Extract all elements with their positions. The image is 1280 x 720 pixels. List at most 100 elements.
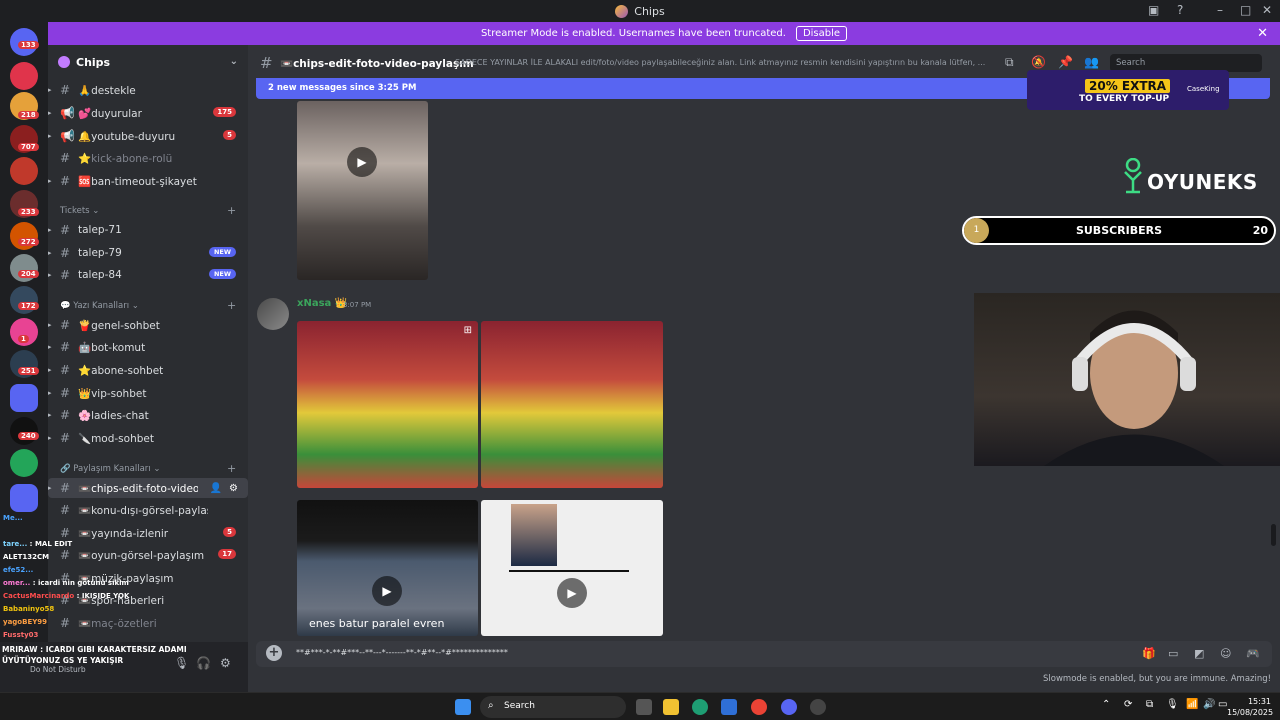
divider (509, 570, 629, 572)
scrollbar-thumb[interactable] (1271, 524, 1276, 546)
category-tickets[interactable]: Tickets ⌄ + (60, 204, 236, 217)
channel-item[interactable]: ▸ # ⭐abone-sohbet (48, 360, 248, 380)
collapse-arrow-icon: ▸ (48, 249, 52, 257)
channel-name: ⭐abone-sohbet (78, 364, 164, 377)
message-author[interactable]: xNasa 👑 (297, 298, 347, 309)
chat-line: efe52... (3, 566, 34, 574)
category-paylasim[interactable]: 🔗 Paylaşım Kanalları ⌄ + (60, 462, 236, 475)
video-attachment[interactable]: ▶ (297, 101, 428, 280)
wifi-icon[interactable]: 📶 (1186, 699, 1198, 710)
gif-icon[interactable]: ▭ (1168, 647, 1178, 660)
channel-item[interactable]: ▸ # 🍟genel-sohbet (48, 315, 248, 335)
server-icon[interactable] (10, 417, 38, 445)
apps-icon[interactable]: 🎮 (1246, 647, 1260, 660)
play-icon[interactable]: ▶ (372, 576, 402, 606)
store-icon[interactable] (721, 699, 737, 715)
app-icon[interactable] (810, 699, 826, 715)
collapse-arrow-icon: ▸ (48, 271, 52, 279)
hash-icon: # (60, 246, 71, 260)
gear-icon[interactable]: ⚙ (229, 483, 238, 494)
discord-icon[interactable] (781, 699, 797, 715)
headphones-icon[interactable]: 🎧 (196, 656, 211, 670)
close-banner-icon[interactable]: ✕ (1257, 26, 1268, 41)
chrome-icon[interactable] (751, 699, 767, 715)
channel-item[interactable]: ▸ # talep-71 (48, 220, 248, 240)
server-icon[interactable] (10, 62, 38, 90)
channel-item[interactable]: ▸ # 👑vip-sohbet (48, 383, 248, 403)
channel-item[interactable]: ▸ 📢 💕duyurular 175 (48, 103, 248, 123)
channel-item[interactable]: # ⭐kick-abone-rolü (48, 148, 248, 168)
gift-icon[interactable]: 🎁 (1142, 647, 1156, 660)
add-channel-icon[interactable]: + (227, 462, 236, 475)
add-channel-icon[interactable]: + (227, 299, 236, 312)
channel-item[interactable]: ▸ 📢 🔔youtube-duyuru 5 (48, 126, 248, 146)
file-explorer-icon[interactable] (663, 699, 679, 715)
channel-item[interactable]: ▸ # 🌸ladies-chat (48, 405, 248, 425)
close-window-button[interactable]: ✕ (1262, 3, 1272, 17)
image-attachment[interactable]: ⊞ (297, 321, 478, 488)
collapse-arrow-icon: ▸ (48, 411, 52, 419)
minimize-button[interactable]: – (1217, 3, 1223, 17)
channel-item[interactable]: ▸ # 🆘ban-timeout-şikayet (48, 171, 248, 191)
composer-text[interactable]: **#***-*-**#***--**---*-------**-*#**--*… (296, 648, 508, 657)
category-label: Yazı Kanalları (73, 301, 130, 311)
folder-icon[interactable] (10, 384, 38, 412)
video-attachment[interactable]: ▶ (481, 500, 663, 636)
channel-item[interactable]: ▸ # 🔪mod-sohbet (48, 428, 248, 448)
taskbar-search[interactable]: ⌕ Search (480, 696, 626, 718)
disable-button[interactable]: Disable (795, 26, 848, 41)
image-attachment[interactable] (481, 321, 663, 488)
channel-item[interactable]: ▸ # talep-79 NEW (48, 243, 248, 263)
help-icon[interactable]: ? (1177, 3, 1183, 17)
channel-item[interactable]: ▸ # 🤖bot-komut (48, 337, 248, 357)
clock[interactable]: 15:31 15/08/2025 (1227, 696, 1274, 718)
play-icon[interactable]: ▶ (557, 578, 587, 608)
taskbar: ⌕ Search ⌃ ⟳ ⧉ 🎙 📶 🔊 ▭ 15:31 15/08/2025 (0, 692, 1280, 720)
channel-topic[interactable]: SADECE YAYINLAR İLE ALAKALI edit/foto/vi… (455, 58, 995, 67)
hash-icon: # (60, 481, 71, 495)
emoji-icon[interactable]: ☺ (1220, 647, 1231, 660)
avatar[interactable] (257, 298, 289, 330)
add-channel-icon[interactable]: + (227, 204, 236, 217)
video-attachment[interactable]: ▶ enes batur paralel evren (297, 500, 478, 636)
message-composer[interactable]: + **#***-*-**#***--**---*-------**-*#**-… (256, 641, 1272, 667)
title-bar: Chips ▣ ? – □ ✕ (0, 0, 1280, 22)
channel-item[interactable]: ▸ # talep-84 NEW (48, 265, 248, 285)
chat-line: Babaninyo58 (3, 605, 55, 613)
invite-icon[interactable]: 👤 (210, 483, 222, 494)
task-view-icon[interactable] (636, 699, 652, 715)
channel-name: 💕duyurular (78, 107, 142, 120)
volume-icon[interactable]: 🔊 (1203, 699, 1215, 710)
members-icon[interactable]: 👥 (1084, 55, 1099, 69)
microphone-tray-icon[interactable]: 🎙 (1166, 699, 1179, 710)
channel-name: 🔪mod-sohbet (78, 432, 154, 445)
pin-icon[interactable]: 📌 (1058, 55, 1073, 69)
tray-chevron-icon[interactable]: ⌃ (1102, 699, 1110, 710)
channel-item-active[interactable]: ▸ # 📼chips-edit-foto-video-... 👤 ⚙ (48, 478, 248, 498)
window-title: Chips (634, 4, 665, 18)
maximize-button[interactable]: □ (1240, 3, 1251, 17)
play-icon[interactable]: ▶ (347, 147, 377, 177)
channel-name: 👑vip-sohbet (78, 387, 147, 400)
sticker-icon[interactable]: ◩ (1194, 647, 1204, 660)
tray-app-icon[interactable]: ⟳ (1124, 699, 1132, 710)
server-header[interactable]: Chips ⌄ (48, 50, 248, 75)
monitor-icon[interactable]: ▣ (1148, 3, 1159, 17)
threads-icon[interactable]: ⧉ (1005, 55, 1014, 70)
server-badge: 233 (18, 208, 39, 216)
refresh-server-icon[interactable] (10, 449, 38, 477)
channel-item[interactable]: ▸ # 🙏destekle (48, 80, 248, 100)
category-yazi[interactable]: 💬 Yazı Kanalları ⌄ + (60, 299, 236, 312)
microphone-icon[interactable]: 🎙 (174, 656, 189, 670)
gallery-icon[interactable]: ⊞ (464, 325, 472, 336)
tray-app-icon[interactable]: ⧉ (1146, 699, 1153, 710)
clock-date: 15/08/2025 (1227, 708, 1274, 717)
user-status: Do Not Disturb (30, 665, 86, 674)
settings-gear-icon[interactable]: ⚙ (220, 656, 231, 670)
server-icon[interactable] (10, 157, 38, 185)
windows-start-icon[interactable] (455, 699, 471, 715)
add-attachment-button[interactable]: + (266, 645, 282, 661)
mute-bell-icon[interactable]: 🔕 (1031, 55, 1046, 69)
edge-icon[interactable] (692, 699, 708, 715)
collapse-arrow-icon: ▸ (48, 132, 52, 140)
